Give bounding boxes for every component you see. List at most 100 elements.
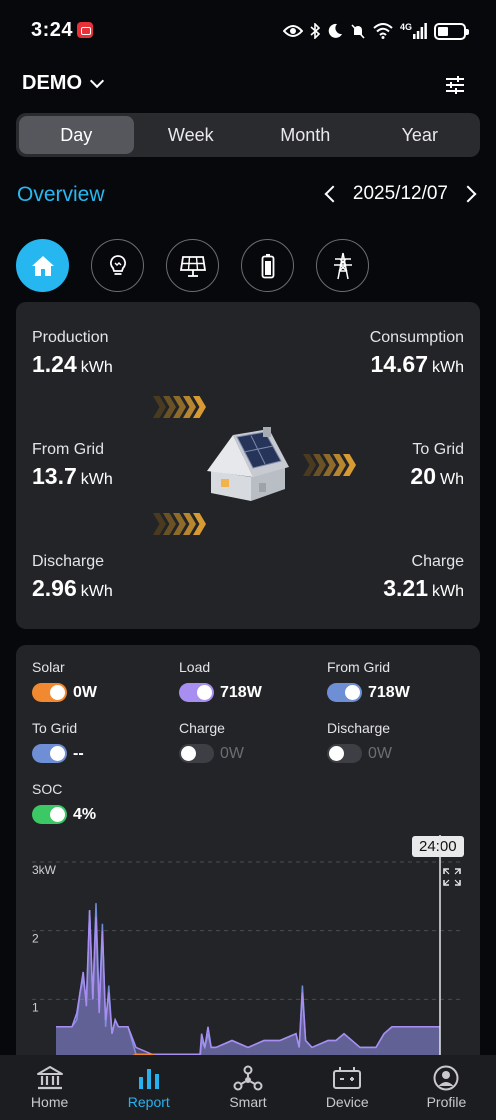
from-grid-unit: kWh xyxy=(80,471,113,488)
to-grid-toggle[interactable] xyxy=(32,744,67,763)
legend-charge: Charge 0W xyxy=(179,720,244,763)
grid-tower-icon xyxy=(333,252,352,279)
period-segmented-control: Day Week Month Year xyxy=(16,113,480,157)
to-grid-stat: To Grid 20 Wh xyxy=(410,441,464,490)
to-grid-value: 20 xyxy=(410,463,436,489)
battery-status-icon xyxy=(434,22,469,40)
discharge-value: 2.96 xyxy=(32,575,77,601)
mute-bell-icon xyxy=(351,24,365,39)
bar-chart-icon xyxy=(138,1069,159,1089)
notification-badge-icon xyxy=(77,22,93,38)
view-grid-button[interactable] xyxy=(316,239,369,292)
legend-from-grid-label: From Grid xyxy=(327,659,390,675)
nav-profile-label: Profile xyxy=(426,1094,467,1110)
tab-month[interactable]: Month xyxy=(248,116,363,154)
home-icon xyxy=(31,255,54,276)
legend-solar: Solar 0W xyxy=(32,659,97,702)
nav-device-label: Device xyxy=(325,1094,369,1110)
bluetooth-icon xyxy=(310,23,320,39)
to-grid-unit: Wh xyxy=(440,471,464,488)
legend-charge-value: 0W xyxy=(220,744,244,762)
top-bar: DEMO xyxy=(0,70,496,100)
view-selector xyxy=(16,239,369,292)
nav-smart-label: Smart xyxy=(229,1094,267,1110)
legend-soc-label: SOC xyxy=(32,781,63,797)
nav-home-label: Home xyxy=(30,1094,69,1110)
consumption-unit: kWh xyxy=(432,359,464,376)
tab-week[interactable]: Week xyxy=(134,116,249,154)
from-grid-value: 13.7 xyxy=(32,463,77,489)
legend-soc-value: 4% xyxy=(73,805,97,823)
status-icons: 4G xyxy=(282,18,469,44)
nav-report-label: Report xyxy=(127,1094,170,1110)
overview-title: Overview xyxy=(17,183,105,206)
nav-report[interactable]: Report xyxy=(99,1055,198,1120)
status-time: 3:24 xyxy=(31,19,74,41)
status-bar: 3:24 4G xyxy=(0,0,496,62)
next-date-icon[interactable] xyxy=(459,185,477,203)
discharge-toggle[interactable] xyxy=(327,744,362,763)
production-label: Production xyxy=(32,329,109,346)
legend-from-grid-value: 718W xyxy=(368,683,410,701)
battery-icon xyxy=(261,253,274,278)
energy-flow-card: Production 1.24 kWh Consumption 14.67 kWh … xyxy=(16,302,480,629)
charge-label: Charge xyxy=(411,553,464,570)
nav-smart[interactable]: Smart xyxy=(198,1055,297,1120)
y-tick-label: 2 xyxy=(32,932,39,946)
production-stat: Production 1.24 kWh xyxy=(32,329,113,378)
to-grid-flow-arrow-icon xyxy=(303,454,356,476)
consumption-stat: Consumption 14.67 kWh xyxy=(370,329,464,378)
wifi-icon xyxy=(373,23,393,39)
nav-device[interactable]: Device xyxy=(298,1055,397,1120)
overview-row: Overview 2025/12/07 xyxy=(0,180,496,212)
legend-load-value: 718W xyxy=(220,683,262,701)
charge-toggle[interactable] xyxy=(179,744,214,763)
legend-discharge: Discharge 0W xyxy=(327,720,392,763)
discharge-stat: Discharge 2.96 kWh xyxy=(32,553,113,602)
charge-stat: Charge 3.21 kWh xyxy=(383,553,464,602)
nav-home[interactable]: Home xyxy=(0,1055,99,1120)
tab-year[interactable]: Year xyxy=(363,116,478,154)
discharge-label: Discharge xyxy=(32,553,105,570)
bottom-navigation: Home Report Smart Device Profile xyxy=(0,1055,496,1120)
device-icon xyxy=(333,1067,362,1089)
tab-day[interactable]: Day xyxy=(19,116,134,154)
charge-value: 3.21 xyxy=(383,575,428,601)
current-date[interactable]: 2025/12/07 xyxy=(353,183,448,205)
production-flow-arrow-icon xyxy=(153,396,206,418)
series-area-load xyxy=(56,910,440,1068)
soc-toggle[interactable] xyxy=(32,805,67,824)
consumption-value: 14.67 xyxy=(370,351,428,377)
house-illustration-icon xyxy=(207,427,289,501)
y-tick-label: 1 xyxy=(32,1000,39,1014)
filter-settings-icon[interactable] xyxy=(444,74,466,96)
legend-to-grid-label: To Grid xyxy=(32,720,78,736)
legend-solar-label: Solar xyxy=(32,659,65,675)
legend-discharge-value: 0W xyxy=(368,744,392,762)
battery-flow-arrow-icon xyxy=(153,513,206,535)
legend-to-grid: To Grid -- xyxy=(32,720,84,763)
view-solar-button[interactable] xyxy=(166,239,219,292)
legend-load: Load 718W xyxy=(179,659,262,702)
view-load-button[interactable] xyxy=(91,239,144,292)
view-battery-button[interactable] xyxy=(241,239,294,292)
legend-soc: SOC 4% xyxy=(32,781,96,824)
previous-date-icon[interactable] xyxy=(324,185,342,203)
solar-toggle[interactable] xyxy=(32,683,67,702)
from-grid-toggle[interactable] xyxy=(327,683,362,702)
production-unit: kWh xyxy=(80,359,113,376)
nav-profile[interactable]: Profile xyxy=(397,1055,496,1120)
legend-from-grid: From Grid 718W xyxy=(327,659,410,702)
load-toggle[interactable] xyxy=(179,683,214,702)
molecule-icon xyxy=(233,1065,263,1091)
discharge-unit: kWh xyxy=(80,583,113,600)
solar-panel-icon xyxy=(179,255,206,277)
view-home-button[interactable] xyxy=(16,239,69,292)
legend-load-label: Load xyxy=(179,659,211,675)
eye-icon xyxy=(282,25,303,37)
chevron-down-icon xyxy=(89,73,105,88)
plant-selector[interactable]: DEMO xyxy=(22,72,105,95)
legend-charge-label: Charge xyxy=(179,720,225,736)
production-value: 1.24 xyxy=(32,351,77,377)
from-grid-stat: From Grid 13.7 kWh xyxy=(32,441,113,490)
